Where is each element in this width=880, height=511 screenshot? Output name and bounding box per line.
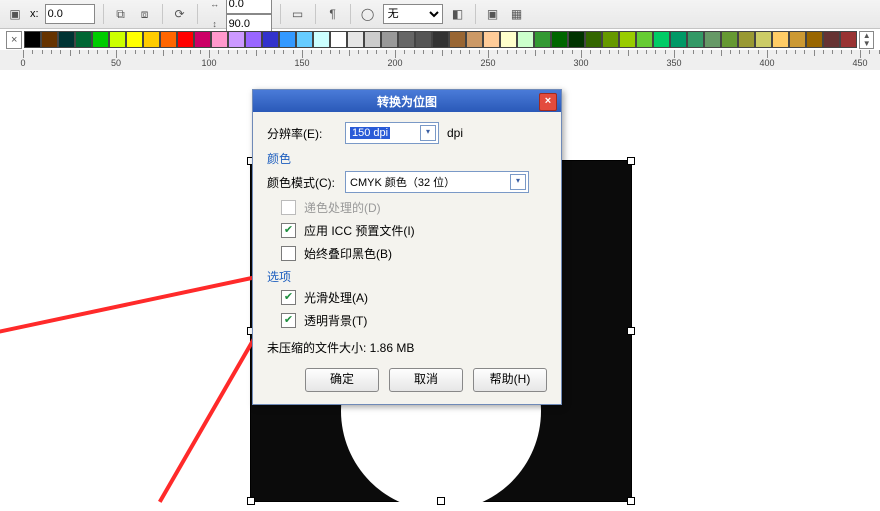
swatch[interactable]: [415, 31, 432, 48]
behind-fill-icon[interactable]: ▣: [484, 5, 502, 23]
resolution-select[interactable]: 150 dpi ▾: [345, 122, 439, 144]
swatch[interactable]: [636, 31, 653, 48]
swatch[interactable]: [823, 31, 840, 48]
swatch[interactable]: [143, 31, 160, 48]
color-mode-select[interactable]: CMYK 颜色（32 位） ▾: [345, 171, 529, 193]
swatch[interactable]: [738, 31, 755, 48]
swatch[interactable]: [806, 31, 823, 48]
rotate-icon[interactable]: ⟳: [171, 5, 189, 23]
chevron-down-icon: ▾: [510, 174, 526, 190]
swatch[interactable]: [126, 31, 143, 48]
overprint-label: 始终叠印黑色(B): [304, 245, 392, 262]
swatch[interactable]: [755, 31, 772, 48]
antialias-label: 光滑处理(A): [304, 289, 368, 306]
object-origin-icon[interactable]: ▣: [6, 5, 24, 23]
swatch[interactable]: [534, 31, 551, 48]
swatch[interactable]: [330, 31, 347, 48]
swatch[interactable]: [721, 31, 738, 48]
swatch[interactable]: [585, 31, 602, 48]
swatch[interactable]: [347, 31, 364, 48]
outline-select[interactable]: 无: [383, 4, 443, 24]
outline-color-icon[interactable]: ◧: [449, 5, 467, 23]
width-icon: ↔: [206, 0, 224, 13]
rotate-input-1[interactable]: [226, 0, 272, 14]
chevron-down-icon: ▾: [420, 125, 436, 141]
swatch[interactable]: [211, 31, 228, 48]
swatch[interactable]: [789, 31, 806, 48]
swatch[interactable]: [500, 31, 517, 48]
annotation-arrow-1: [0, 272, 274, 333]
color-section-label: 颜色: [267, 150, 547, 167]
overprint-checkbox[interactable]: [281, 246, 296, 261]
color-mode-label: 颜色模式(C):: [267, 174, 337, 191]
swatch[interactable]: [296, 31, 313, 48]
color-palette: × ▲▼: [0, 29, 880, 50]
align-2-icon[interactable]: ⧈: [136, 5, 154, 23]
swatch[interactable]: [568, 31, 585, 48]
dithered-label: 递色处理的(D): [304, 199, 381, 216]
swatch[interactable]: [228, 31, 245, 48]
x-position-input[interactable]: [45, 4, 95, 24]
no-fill-swatch[interactable]: ×: [6, 31, 22, 49]
cancel-button[interactable]: 取消: [389, 368, 463, 392]
swatch[interactable]: [160, 31, 177, 48]
swatch[interactable]: [704, 31, 721, 48]
swatch[interactable]: [432, 31, 449, 48]
text-wrap-icon[interactable]: ¶: [324, 5, 342, 23]
close-icon[interactable]: ×: [539, 93, 557, 111]
swatch[interactable]: [381, 31, 398, 48]
swatch[interactable]: [517, 31, 534, 48]
use-icc-label: 应用 ICC 预置文件(I): [304, 222, 415, 239]
dialog-title: 转换为位图: [377, 93, 437, 110]
edit-fill-icon[interactable]: ▦: [508, 5, 526, 23]
palette-scroll[interactable]: ▲▼: [859, 31, 874, 49]
swatch[interactable]: [364, 31, 381, 48]
antialias-checkbox[interactable]: [281, 290, 296, 305]
swatch[interactable]: [279, 31, 296, 48]
ok-button[interactable]: 确定: [305, 368, 379, 392]
swatch[interactable]: [398, 31, 415, 48]
swatch[interactable]: [262, 31, 279, 48]
swatch[interactable]: [619, 31, 636, 48]
swatch[interactable]: [177, 31, 194, 48]
swatch[interactable]: [687, 31, 704, 48]
outline-icon[interactable]: ◯: [359, 5, 377, 23]
swatch[interactable]: [551, 31, 568, 48]
swatch[interactable]: [58, 31, 75, 48]
swatch[interactable]: [466, 31, 483, 48]
swatch[interactable]: [41, 31, 58, 48]
swatch[interactable]: [109, 31, 126, 48]
color-mode-value: CMYK 颜色（32 位）: [350, 174, 455, 190]
transparent-bg-label: 透明背景(T): [304, 312, 367, 329]
swatch[interactable]: [313, 31, 330, 48]
swatch[interactable]: [92, 31, 109, 48]
filesize-label: 未压缩的文件大小: 1.86 MB: [267, 339, 547, 356]
use-icc-checkbox[interactable]: [281, 223, 296, 238]
help-button[interactable]: 帮助(H): [473, 368, 547, 392]
convert-to-bitmap-dialog: 转换为位图 × 分辨率(E): 150 dpi ▾ dpi 颜色 颜色模式(C)…: [252, 89, 562, 405]
swatch[interactable]: [483, 31, 500, 48]
options-section-label: 选项: [267, 268, 547, 285]
swatch[interactable]: [653, 31, 670, 48]
swatch[interactable]: [194, 31, 211, 48]
swatch[interactable]: [670, 31, 687, 48]
swatch[interactable]: [449, 31, 466, 48]
align-icon[interactable]: ⧉: [112, 5, 130, 23]
swatch[interactable]: [245, 31, 262, 48]
dialog-titlebar[interactable]: 转换为位图 ×: [253, 90, 561, 112]
dpi-suffix: dpi: [447, 126, 463, 140]
resolution-value: 150 dpi: [350, 127, 390, 139]
dithered-checkbox: [281, 200, 296, 215]
swatch[interactable]: [24, 31, 41, 48]
transparent-bg-checkbox[interactable]: [281, 313, 296, 328]
resolution-label: 分辨率(E):: [267, 125, 337, 142]
properties-toolbar: ▣ x: ⧉ ⧈ ⟳ ↔ ↕ ▭ ¶ ◯ 无 ◧ ▣ ▦: [0, 0, 880, 29]
size-icon[interactable]: ▭: [289, 5, 307, 23]
swatch[interactable]: [840, 31, 857, 48]
swatch[interactable]: [75, 31, 92, 48]
swatch[interactable]: [602, 31, 619, 48]
swatch[interactable]: [772, 31, 789, 48]
